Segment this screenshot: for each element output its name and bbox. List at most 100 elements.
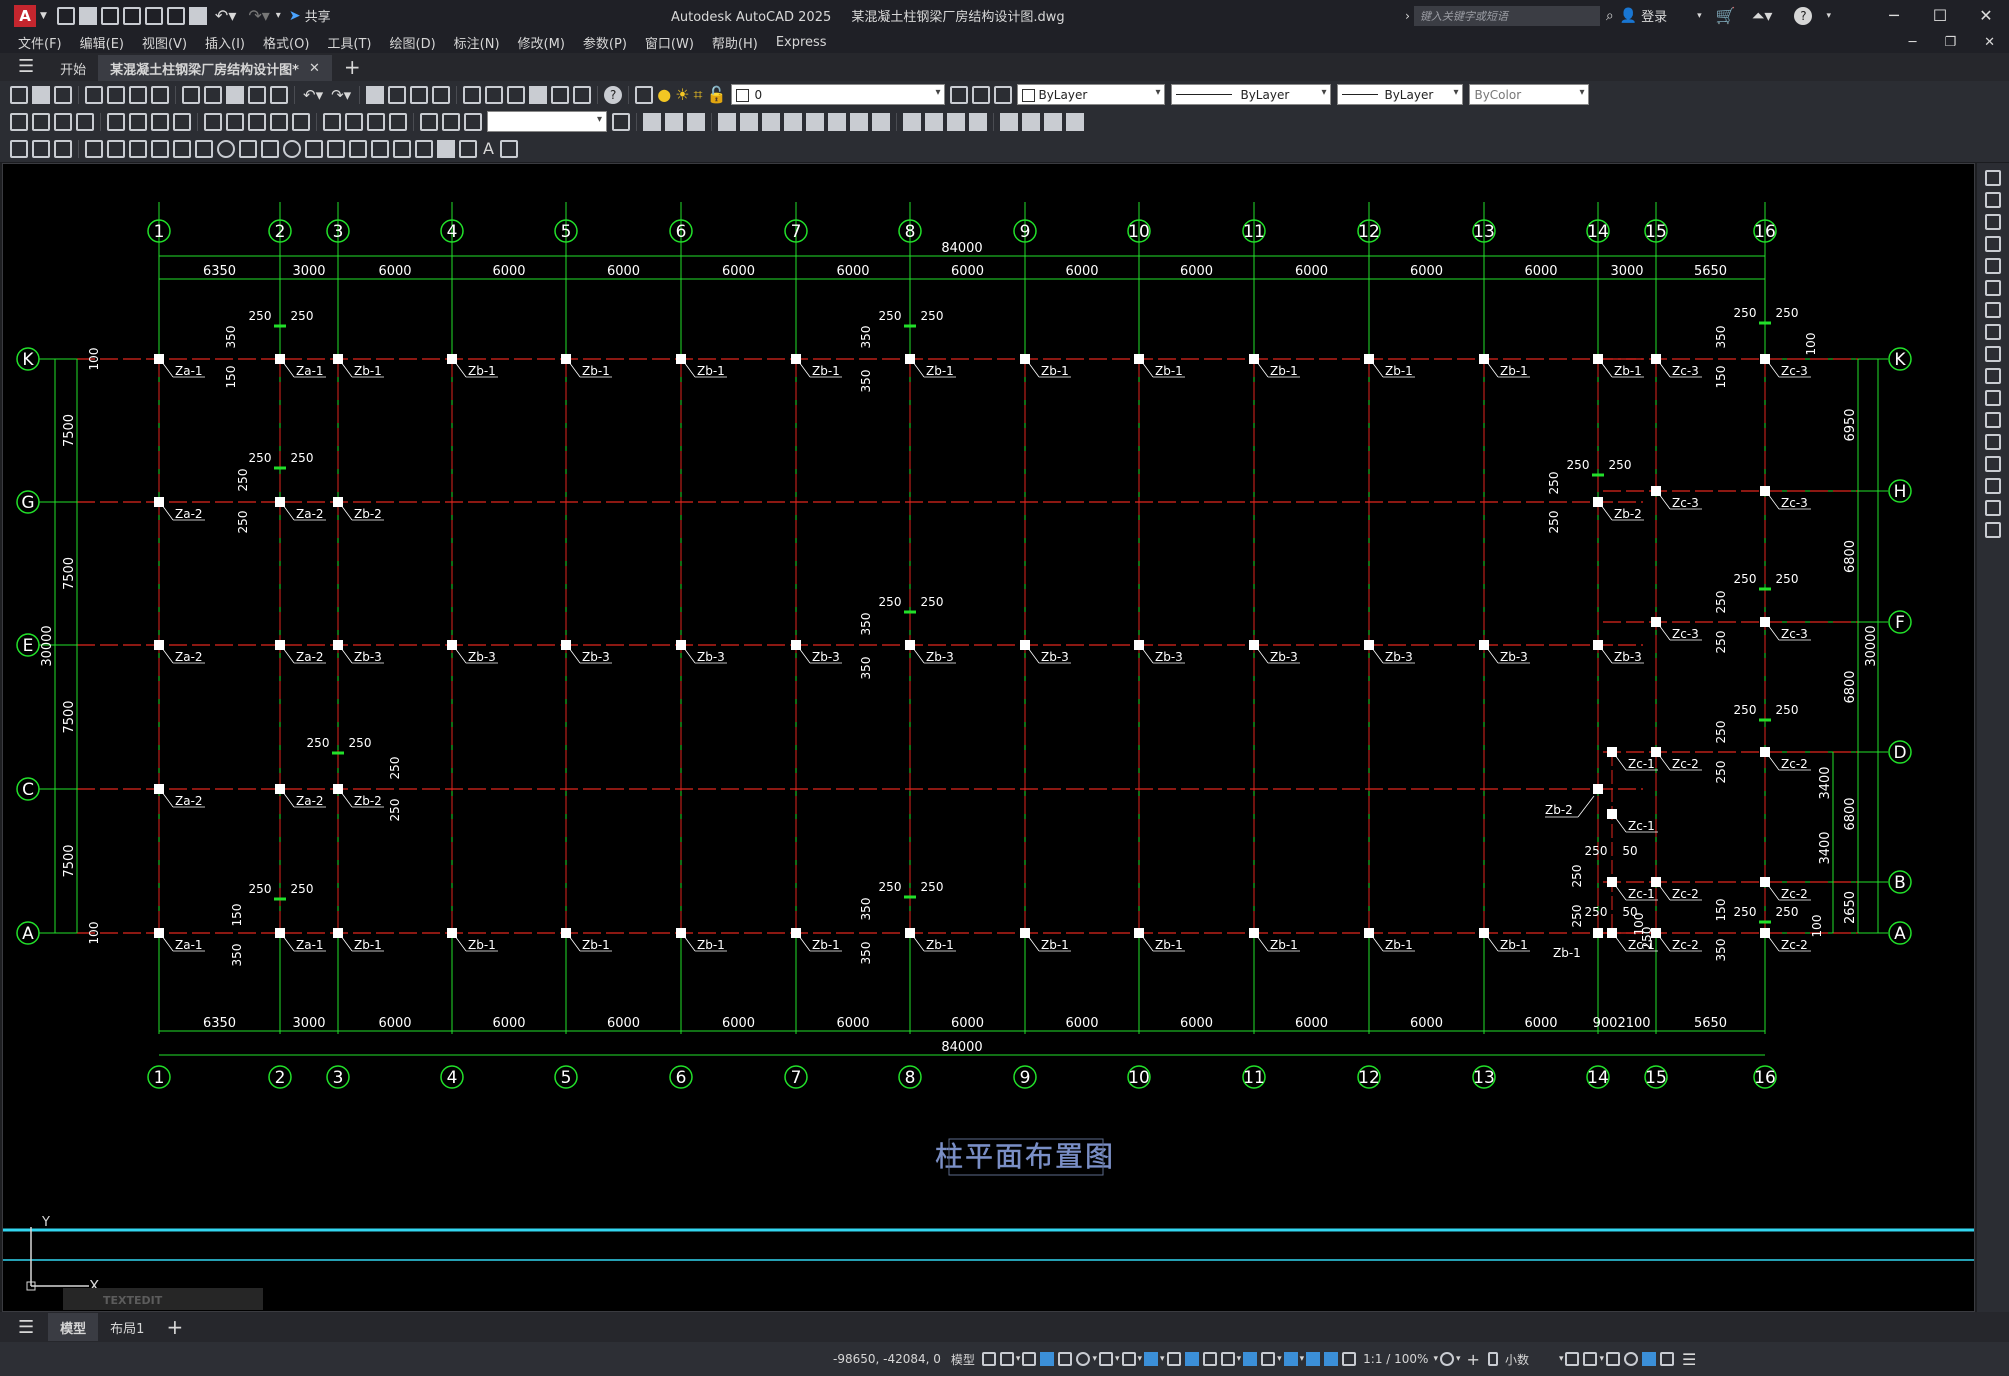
- help-icon[interactable]: ?: [1794, 6, 1813, 25]
- lights-icon[interactable]: [947, 112, 965, 131]
- 3d-osnap-icon[interactable]: [1220, 1352, 1235, 1366]
- layer-walk-icon[interactable]: [32, 139, 50, 158]
- qdim-icon[interactable]: [204, 112, 222, 131]
- units-value[interactable]: 小数: [1505, 1351, 1529, 1368]
- materials-icon[interactable]: [925, 112, 943, 131]
- pan-icon[interactable]: [366, 85, 385, 104]
- search-icon[interactable]: ⌕: [1606, 8, 1614, 24]
- union-icon[interactable]: [828, 112, 846, 131]
- ortho-icon[interactable]: [1058, 1352, 1073, 1366]
- point-icon[interactable]: [371, 139, 389, 158]
- transparency-icon[interactable]: [1184, 1352, 1199, 1366]
- right-tool-16-icon[interactable]: [1985, 500, 2001, 516]
- sun-icon[interactable]: ☀: [675, 85, 689, 104]
- dim-radius-icon[interactable]: [107, 112, 125, 131]
- help-tool-icon[interactable]: ?: [604, 85, 623, 104]
- table-icon[interactable]: [459, 139, 477, 158]
- properties-icon[interactable]: [463, 85, 482, 104]
- dim-ordinate-icon[interactable]: [76, 112, 94, 131]
- save-tool-icon[interactable]: [54, 85, 72, 104]
- rectangle-icon[interactable]: [173, 139, 191, 158]
- dim-linear-icon[interactable]: [10, 112, 28, 131]
- new-tab-button[interactable]: +: [344, 55, 361, 79]
- menu-help[interactable]: 帮助(H): [712, 33, 758, 52]
- drawing-canvas[interactable]: 84000 6350 3000 6000 6000 6000 6000 6000 6000 600…: [2, 163, 1975, 1312]
- gradient-icon[interactable]: [415, 139, 433, 158]
- lightbulb-icon[interactable]: ●: [657, 85, 671, 104]
- right-tool-5-icon[interactable]: [1985, 258, 2001, 274]
- dim-arc-icon[interactable]: [54, 112, 72, 131]
- coordinates-readout[interactable]: -98650, -42084, 0: [833, 1352, 941, 1366]
- snap-icon[interactable]: [999, 1352, 1014, 1366]
- right-tool-12-icon[interactable]: [1985, 412, 2001, 428]
- doc-restore-button[interactable]: ❐: [1944, 35, 1956, 50]
- quick-access-dropdown-icon[interactable]: ▾: [276, 10, 281, 21]
- auto-scale-icon[interactable]: [1324, 1352, 1339, 1366]
- zoom-previous-icon[interactable]: [432, 85, 451, 104]
- layout-menu-icon[interactable]: ☰: [18, 1317, 34, 1338]
- dim-diameter-icon[interactable]: [151, 112, 169, 131]
- qnew-icon[interactable]: [10, 85, 28, 104]
- annotation-scale-icon[interactable]: [1342, 1352, 1357, 1366]
- section-icon[interactable]: [1022, 112, 1040, 131]
- menu-dimension[interactable]: 标注(N): [454, 33, 500, 52]
- dim-style-icon[interactable]: [612, 112, 630, 131]
- app-menu-arrow-icon[interactable]: ▼: [40, 11, 47, 21]
- right-tool-3-icon[interactable]: [1985, 214, 2001, 230]
- fullscreen-icon[interactable]: [1660, 1352, 1675, 1366]
- loft-icon[interactable]: [806, 112, 824, 131]
- menu-express[interactable]: Express: [776, 35, 827, 50]
- menu-window[interactable]: 窗口(W): [645, 33, 694, 52]
- add-layout-button[interactable]: +: [166, 1315, 183, 1339]
- annotation-scale-value[interactable]: 1:1 / 100%: [1363, 1352, 1428, 1366]
- tab-start[interactable]: 开始: [48, 55, 98, 81]
- dim-space-icon[interactable]: [270, 112, 288, 131]
- graphics-performance-icon[interactable]: [1624, 1352, 1639, 1366]
- close-tab-icon[interactable]: ✕: [309, 61, 320, 76]
- layer-manager-icon[interactable]: [10, 139, 28, 158]
- units-icon[interactable]: [1487, 1352, 1498, 1366]
- right-tool-4-icon[interactable]: [1985, 236, 2001, 252]
- right-tool-8-icon[interactable]: [1985, 324, 2001, 340]
- presspull-icon[interactable]: [740, 112, 758, 131]
- tool-palettes-icon[interactable]: [507, 85, 526, 104]
- annotation-visibility-icon[interactable]: [1306, 1352, 1321, 1366]
- workspace-gear-icon[interactable]: [1440, 1352, 1454, 1366]
- jogged-linear-icon[interactable]: [389, 112, 407, 131]
- selection-cycling-icon[interactable]: [1202, 1352, 1217, 1366]
- right-tool-17-icon[interactable]: [1985, 522, 2001, 538]
- dim-aligned-icon[interactable]: [32, 112, 50, 131]
- clean-screen-icon[interactable]: [1642, 1352, 1657, 1366]
- object-snap-icon[interactable]: [1144, 1352, 1159, 1366]
- menu-modify[interactable]: 修改(M): [518, 33, 565, 52]
- gizmo-icon[interactable]: [1283, 1352, 1298, 1366]
- save-as-icon[interactable]: [122, 6, 141, 25]
- right-tool-9-icon[interactable]: [1985, 346, 2001, 362]
- help-dropdown-icon[interactable]: ▾: [1826, 11, 1831, 21]
- revolve-icon[interactable]: [784, 112, 802, 131]
- annotation-monitor-icon[interactable]: +: [1467, 1350, 1480, 1369]
- paste-icon[interactable]: [226, 85, 244, 104]
- infer-constraints-icon[interactable]: [1022, 1352, 1037, 1366]
- close-button[interactable]: ✕: [1963, 6, 2009, 25]
- right-tool-14-icon[interactable]: [1985, 456, 2001, 472]
- layer-iso-icon[interactable]: [54, 139, 72, 158]
- region-icon[interactable]: [437, 139, 455, 158]
- polar-icon[interactable]: [1076, 1352, 1091, 1366]
- maximize-button[interactable]: ☐: [1917, 6, 1963, 25]
- tab-layout1[interactable]: 布局1: [98, 1314, 156, 1340]
- redo-tool-icon[interactable]: ↷▾: [331, 86, 351, 104]
- dim-edit-icon[interactable]: [420, 112, 438, 131]
- dynamic-input-icon[interactable]: [1040, 1352, 1055, 1366]
- user-icon[interactable]: 👤: [1620, 8, 1637, 24]
- redo-icon[interactable]: ↷▾: [248, 6, 269, 25]
- print-icon[interactable]: [85, 85, 103, 104]
- open-file-icon[interactable]: [78, 6, 97, 25]
- block-editor-icon[interactable]: [270, 85, 288, 104]
- dim-break-icon[interactable]: [292, 112, 310, 131]
- search-expand-icon[interactable]: ›: [1405, 9, 1410, 23]
- make-current-layer-icon[interactable]: [950, 85, 969, 104]
- publish-icon[interactable]: [129, 85, 147, 104]
- menu-tools[interactable]: 工具(T): [327, 33, 371, 52]
- design-center-icon[interactable]: [485, 85, 504, 104]
